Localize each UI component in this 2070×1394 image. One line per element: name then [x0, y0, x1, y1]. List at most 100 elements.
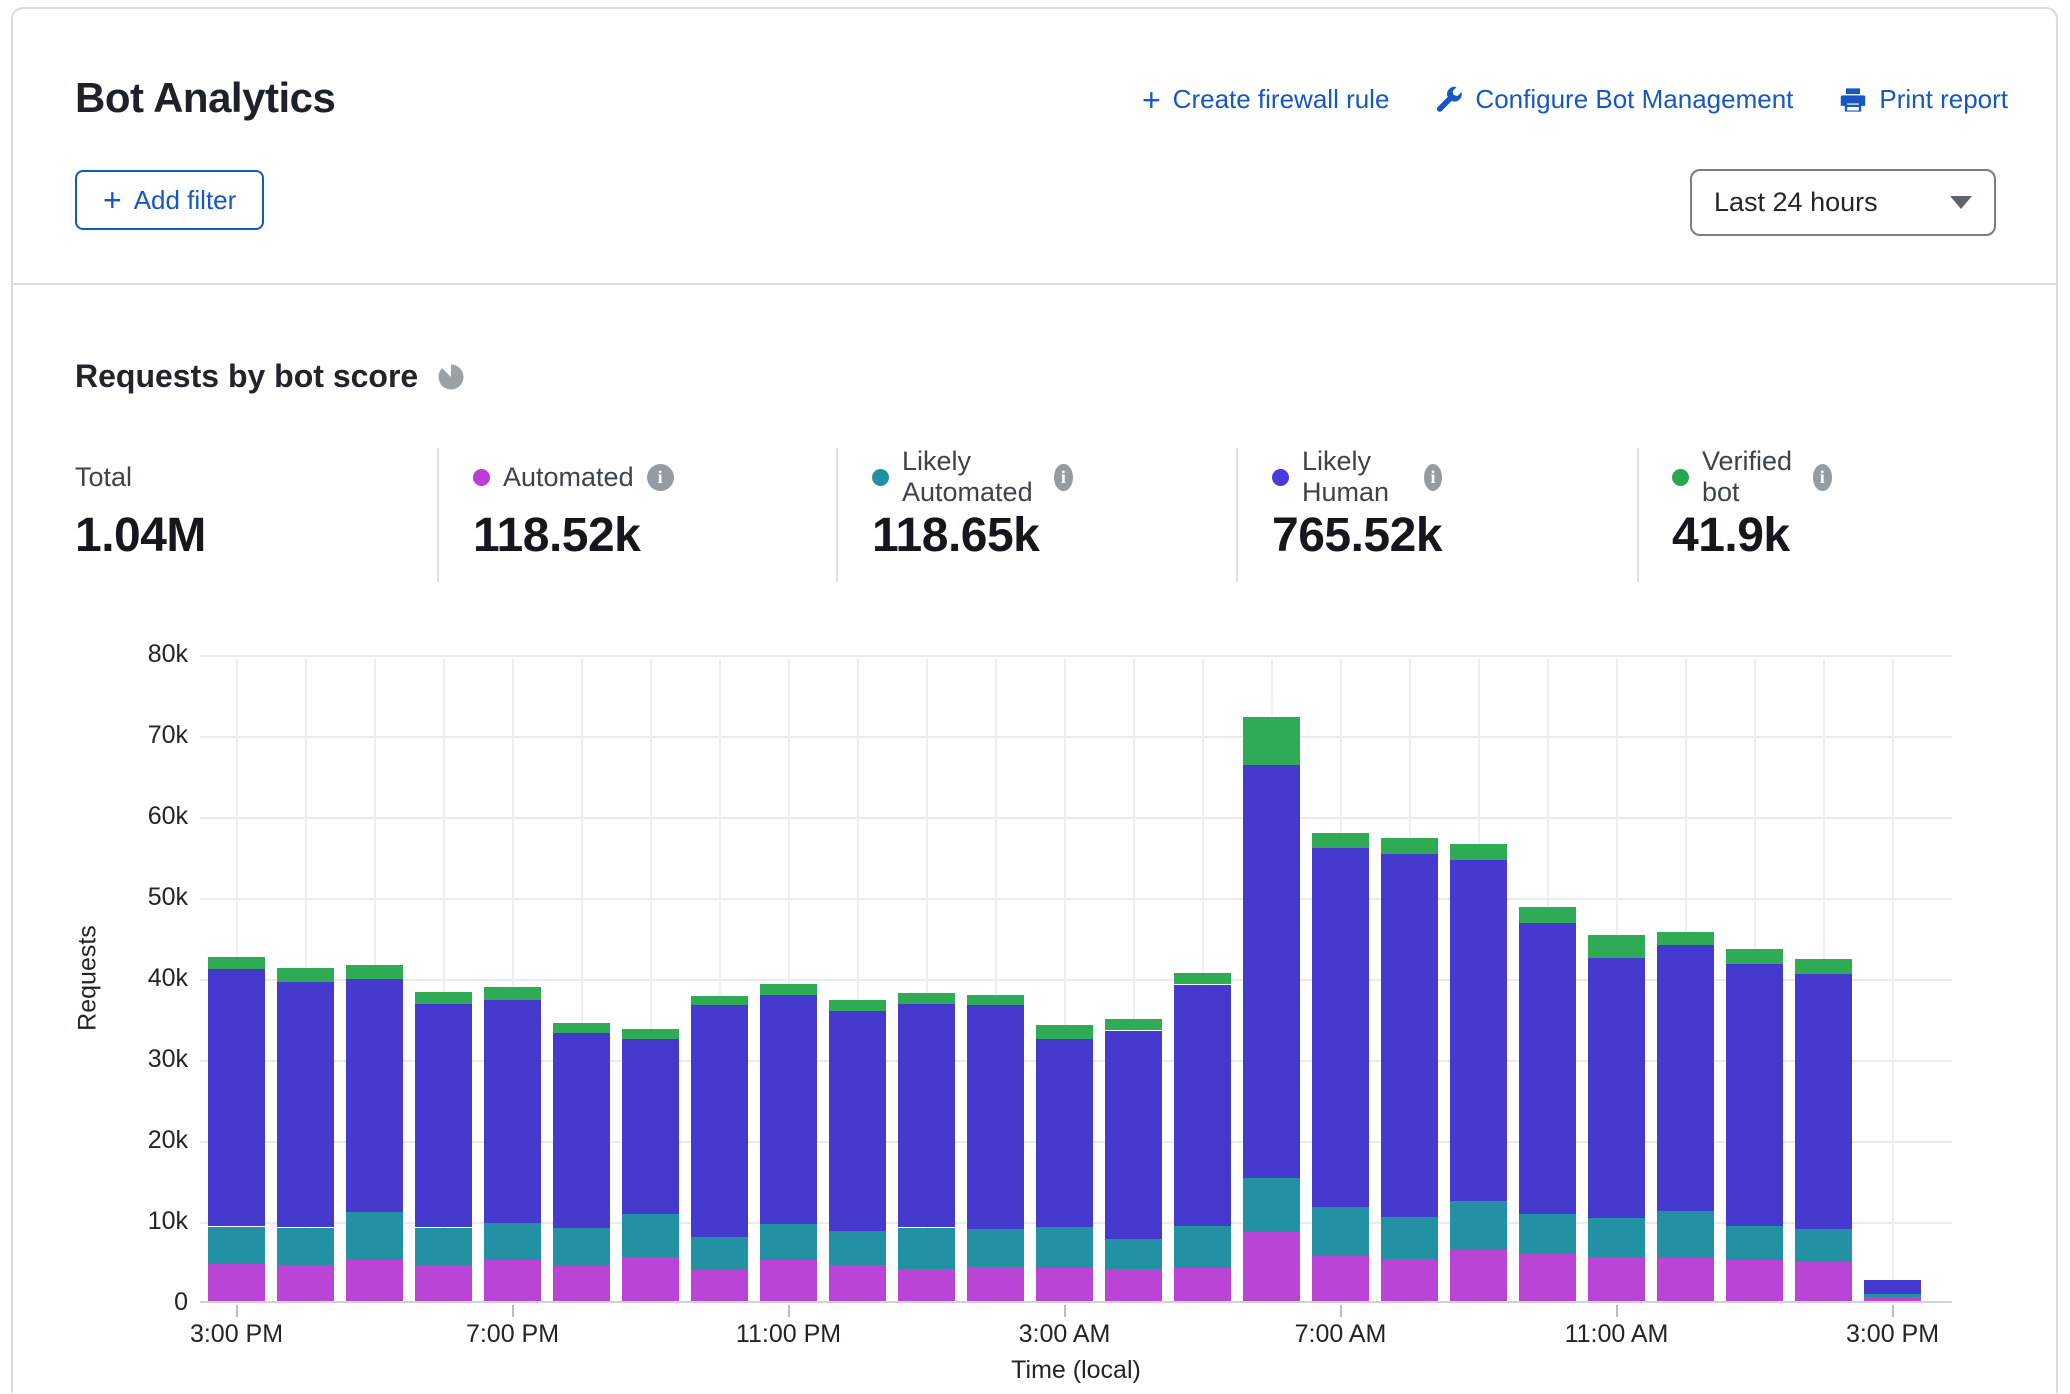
bar-7-00-am[interactable]: [1312, 834, 1369, 1301]
bar-segment-likely-human: [415, 1003, 472, 1227]
bar-segment-verified-bot: [553, 1023, 610, 1033]
chart-plot-area: [200, 655, 1952, 1303]
bar-3-00-pm[interactable]: [1864, 1280, 1921, 1301]
configure-bot-management-link[interactable]: Configure Bot Management: [1435, 84, 1793, 115]
bar-segment-automated: [967, 1267, 1024, 1301]
bar-2-00-am[interactable]: [967, 995, 1024, 1301]
plus-icon: +: [1142, 87, 1161, 113]
bar-segment-likely-human: [208, 968, 265, 1226]
x-axis-tick-label: 11:00 AM: [1565, 1320, 1669, 1349]
print-report-link[interactable]: Print report: [1839, 84, 2008, 115]
stat-likely-automated: Likely Automated i 118.65k: [872, 448, 1073, 563]
bar-10-00-am[interactable]: [1519, 907, 1576, 1301]
bar-segment-likely-automated: [1105, 1239, 1162, 1269]
legend-dot: [1672, 469, 1689, 486]
info-icon[interactable]: i: [647, 464, 674, 491]
bar-segment-likely-automated: [1450, 1201, 1507, 1250]
bar-11-00-am[interactable]: [1588, 934, 1645, 1301]
bar-segment-automated: [553, 1266, 610, 1301]
bar-segment-verified-bot: [1243, 717, 1300, 765]
bar-3-00-am[interactable]: [1036, 1026, 1093, 1301]
stat-label: Likely Automated: [902, 446, 1041, 508]
bar-3-00-pm[interactable]: [208, 957, 265, 1301]
bar-1-00-pm[interactable]: [1726, 949, 1783, 1301]
v-gridline: [1892, 659, 1894, 1301]
bar-segment-likely-automated: [1312, 1207, 1369, 1256]
stat-label: Verified bot: [1702, 446, 1800, 508]
bar-segment-likely-automated: [760, 1224, 817, 1260]
bar-segment-likely-human: [1588, 957, 1645, 1218]
create-firewall-rule-link[interactable]: + Create firewall rule: [1142, 84, 1389, 115]
stat-likely-human: Likely Humani765.52k: [1272, 448, 1442, 563]
bar-9-00-am[interactable]: [1450, 844, 1507, 1301]
bar-4-00-am[interactable]: [1105, 1019, 1162, 1301]
bar-segment-automated: [1036, 1268, 1093, 1301]
wrench-icon: [1435, 86, 1463, 114]
bar-segment-automated: [829, 1265, 886, 1301]
bar-segment-likely-human: [1243, 765, 1300, 1178]
printer-icon: [1839, 86, 1867, 114]
stat-label: Automated: [503, 462, 634, 493]
bar-segment-automated: [691, 1270, 748, 1301]
y-axis-tick-label: 60k: [58, 802, 188, 831]
bar-segment-verified-bot: [1726, 949, 1783, 964]
bar-segment-automated: [1726, 1260, 1783, 1301]
bar-segment-likely-human: [1864, 1280, 1921, 1294]
bar-segment-verified-bot: [277, 968, 334, 982]
bar-5-00-am[interactable]: [1174, 973, 1231, 1301]
bar-segment-likely-human: [898, 1003, 955, 1227]
bar-segment-likely-automated: [1519, 1214, 1576, 1254]
x-axis-tick-label: 3:00 AM: [1019, 1320, 1111, 1349]
bar-7-00-pm[interactable]: [484, 988, 541, 1301]
page-title: Bot Analytics: [75, 74, 335, 122]
y-axis-tick-label: 20k: [58, 1126, 188, 1155]
y-axis-tick-label: 0: [58, 1288, 188, 1317]
stat-automated: Automatedi118.52k: [473, 448, 674, 563]
bar-segment-verified-bot: [1036, 1025, 1093, 1039]
info-icon[interactable]: i: [1813, 464, 1833, 491]
bar-segment-verified-bot: [1312, 833, 1369, 848]
configure-bot-management-label: Configure Bot Management: [1475, 84, 1793, 115]
bar-10-00-pm[interactable]: [691, 996, 748, 1301]
bar-segment-automated: [277, 1265, 334, 1301]
bar-2-00-pm[interactable]: [1795, 958, 1852, 1301]
bar-segment-verified-bot: [760, 984, 817, 995]
add-filter-button[interactable]: + Add filter: [75, 170, 264, 230]
bar-segment-automated: [622, 1257, 679, 1301]
info-icon[interactable]: i: [1424, 464, 1442, 491]
bar-1-00-am[interactable]: [898, 993, 955, 1301]
x-axis-tick: [788, 1305, 790, 1317]
bar-12-00-pm[interactable]: [1657, 932, 1714, 1301]
bar-11-00-pm[interactable]: [760, 984, 817, 1301]
x-axis-tick: [236, 1305, 238, 1317]
bar-4-00-pm[interactable]: [277, 968, 334, 1301]
bar-segment-automated: [1243, 1232, 1300, 1301]
bar-segment-verified-bot: [622, 1029, 679, 1039]
bar-segment-likely-human: [1036, 1039, 1093, 1227]
bar-segment-likely-human: [1519, 922, 1576, 1214]
h-gridline: [200, 736, 1952, 738]
bar-segment-verified-bot: [1381, 838, 1438, 854]
x-axis-tick: [1064, 1305, 1066, 1317]
bar-8-00-pm[interactable]: [553, 1023, 610, 1301]
bar-8-00-am[interactable]: [1381, 838, 1438, 1301]
stat-divider: [836, 448, 838, 582]
bar-segment-likely-human: [1105, 1031, 1162, 1239]
bar-segment-automated: [1519, 1254, 1576, 1301]
legend-dot: [872, 469, 889, 486]
info-icon[interactable]: i: [1054, 464, 1072, 491]
stat-value: 118.65k: [872, 508, 1073, 563]
bar-segment-likely-automated: [1864, 1294, 1921, 1297]
bar-6-00-am[interactable]: [1243, 717, 1300, 1301]
bar-segment-likely-human: [1726, 964, 1783, 1226]
bar-9-00-pm[interactable]: [622, 1030, 679, 1301]
print-report-label: Print report: [1879, 84, 2008, 115]
bar-12-00-am[interactable]: [829, 1000, 886, 1301]
bar-segment-automated: [1174, 1268, 1231, 1301]
chevron-down-icon: [1950, 196, 1972, 209]
y-axis-tick-label: 70k: [58, 721, 188, 750]
bar-5-00-pm[interactable]: [346, 965, 403, 1301]
time-range-dropdown[interactable]: Last 24 hours: [1690, 169, 1996, 236]
pie-chart-icon: [436, 362, 466, 392]
bar-6-00-pm[interactable]: [415, 992, 472, 1301]
